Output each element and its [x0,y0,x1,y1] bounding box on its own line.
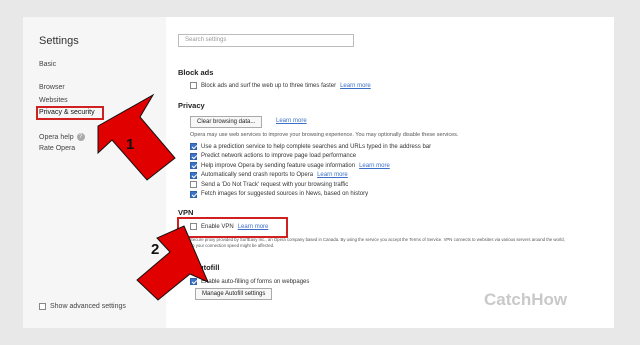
autofill-option[interactable]: Enable auto-filling of forms on webpages [190,278,309,285]
privacy-option-usage[interactable]: Help improve Opera by sending feature us… [190,162,390,169]
privacy-option-crash[interactable]: Automatically send crash reports to Oper… [190,171,348,179]
clear-learn-more-wrap: Learn more [276,118,307,124]
privacy-option-dnt[interactable]: Send a 'Do Not Track' request with your … [190,181,348,188]
sidebar-item-browser[interactable]: Browser [39,84,65,91]
show-advanced-settings[interactable]: Show advanced settings [39,303,126,310]
show-advanced-checkbox[interactable] [39,303,46,310]
settings-content: Search settings Block ads Block ads and … [166,17,614,328]
clear-browsing-data-button[interactable]: Clear browsing data... [190,116,263,128]
sidebar-item-opera-help[interactable]: Opera help? [39,133,85,141]
manage-autofill-button[interactable]: Manage Autofill settings [195,288,273,300]
dnt-checkbox[interactable] [190,181,197,188]
autofill-title: utofill [199,263,220,272]
privacy-highlight-box [36,106,104,120]
network-checkbox[interactable] [190,152,197,160]
step-number-1: 1 [126,136,135,153]
usage-learn-more-link[interactable]: Learn more [359,163,390,169]
block-ads-title: Block ads [178,68,214,77]
watermark: CatchHow [484,290,568,309]
privacy-option-network[interactable]: Predict network actions to improve page … [190,152,357,160]
sidebar-item-label: Opera help [39,133,74,141]
clear-learn-more-link[interactable]: Learn more [276,118,307,124]
privacy-option-label: Send a 'Do Not Track' request with your … [201,181,349,188]
news-checkbox[interactable] [190,190,197,198]
vpn-description: Secure proxy provided by SurfEasy Inc., … [190,237,565,248]
privacy-option-label: Help improve Opera by sending feature us… [201,162,356,169]
usage-checkbox[interactable] [190,162,197,169]
vpn-highlight-box [177,217,288,238]
privacy-title: Privacy [178,101,205,110]
show-advanced-label: Show advanced settings [50,303,126,310]
privacy-description: Opera may use web services to improve yo… [190,132,459,138]
autofill-option-label: Enable auto-filling of forms on webpages [201,278,310,285]
settings-window: Settings Basic Browser Websites Privacy … [23,17,614,328]
privacy-option-label: Fetch images for suggested sources in Ne… [201,191,369,197]
privacy-option-label: Automatically send crash reports to Oper… [201,172,314,178]
prediction-checkbox[interactable] [190,143,197,150]
block-ads-learn-more-link[interactable]: Learn more [340,83,371,89]
sidebar: Settings Basic Browser Websites Privacy … [23,17,166,328]
block-ads-option[interactable]: Block ads and surf the web up to three t… [190,82,371,89]
privacy-option-news[interactable]: Fetch images for suggested sources in Ne… [190,190,369,198]
autofill-checkbox[interactable] [190,278,197,285]
block-ads-checkbox[interactable] [190,82,197,89]
vpn-title: VPN [178,208,194,217]
search-input[interactable]: Search settings [178,34,354,47]
sidebar-item-basic[interactable]: Basic [39,61,56,68]
sidebar-item-websites[interactable]: Websites [39,97,68,104]
privacy-option-label: Use a prediction service to help complet… [201,143,432,150]
privacy-option-prediction[interactable]: Use a prediction service to help complet… [190,143,431,150]
crash-checkbox[interactable] [190,171,197,179]
step-number-2: 2 [151,241,160,258]
block-ads-label: Block ads and surf the web up to three t… [201,82,337,89]
crash-learn-more-link[interactable]: Learn more [317,172,348,178]
privacy-option-label: Predict network actions to improve page … [201,153,357,159]
sidebar-item-rate-opera[interactable]: Rate Opera [39,145,75,152]
sidebar-title: Settings [39,35,79,47]
help-icon: ? [76,133,85,141]
